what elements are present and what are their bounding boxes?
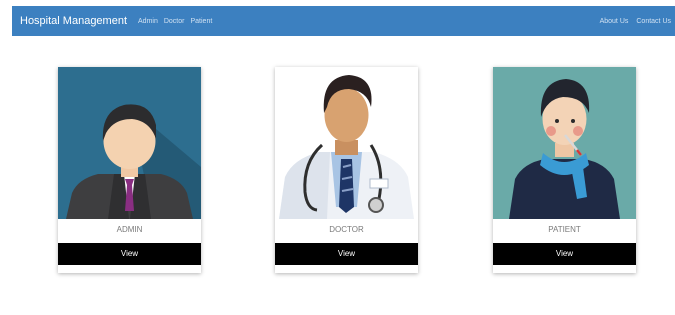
nav-link-patient[interactable]: Patient — [190, 18, 212, 25]
brand-link[interactable]: Hospital Management — [20, 15, 127, 27]
doctor-card: DOCTOR View — [275, 67, 418, 273]
doctor-view-button[interactable]: View — [275, 243, 418, 265]
admin-view-button[interactable]: View — [58, 243, 201, 265]
patient-view-button[interactable]: View — [493, 243, 636, 265]
admin-card: ADMIN View — [58, 67, 201, 273]
nav-link-about-us[interactable]: About Us — [600, 18, 629, 25]
nav-link-contact-us[interactable]: Contact Us — [636, 18, 671, 25]
patient-avatar-icon — [493, 67, 636, 219]
admin-card-label: ADMIN — [116, 225, 143, 234]
patient-card-label: PATIENT — [548, 225, 581, 234]
nav-link-doctor[interactable]: Doctor — [164, 18, 185, 25]
patient-card: PATIENT View — [493, 67, 636, 273]
admin-avatar-icon — [58, 67, 201, 219]
navbar-right-links: About Us Contact Us — [592, 18, 675, 25]
doctor-card-label: DOCTOR — [329, 225, 364, 234]
nav-link-admin[interactable]: Admin — [138, 18, 158, 25]
top-navbar: Hospital Management Admin Doctor Patient… — [12, 6, 675, 36]
doctor-avatar-icon — [275, 67, 418, 219]
